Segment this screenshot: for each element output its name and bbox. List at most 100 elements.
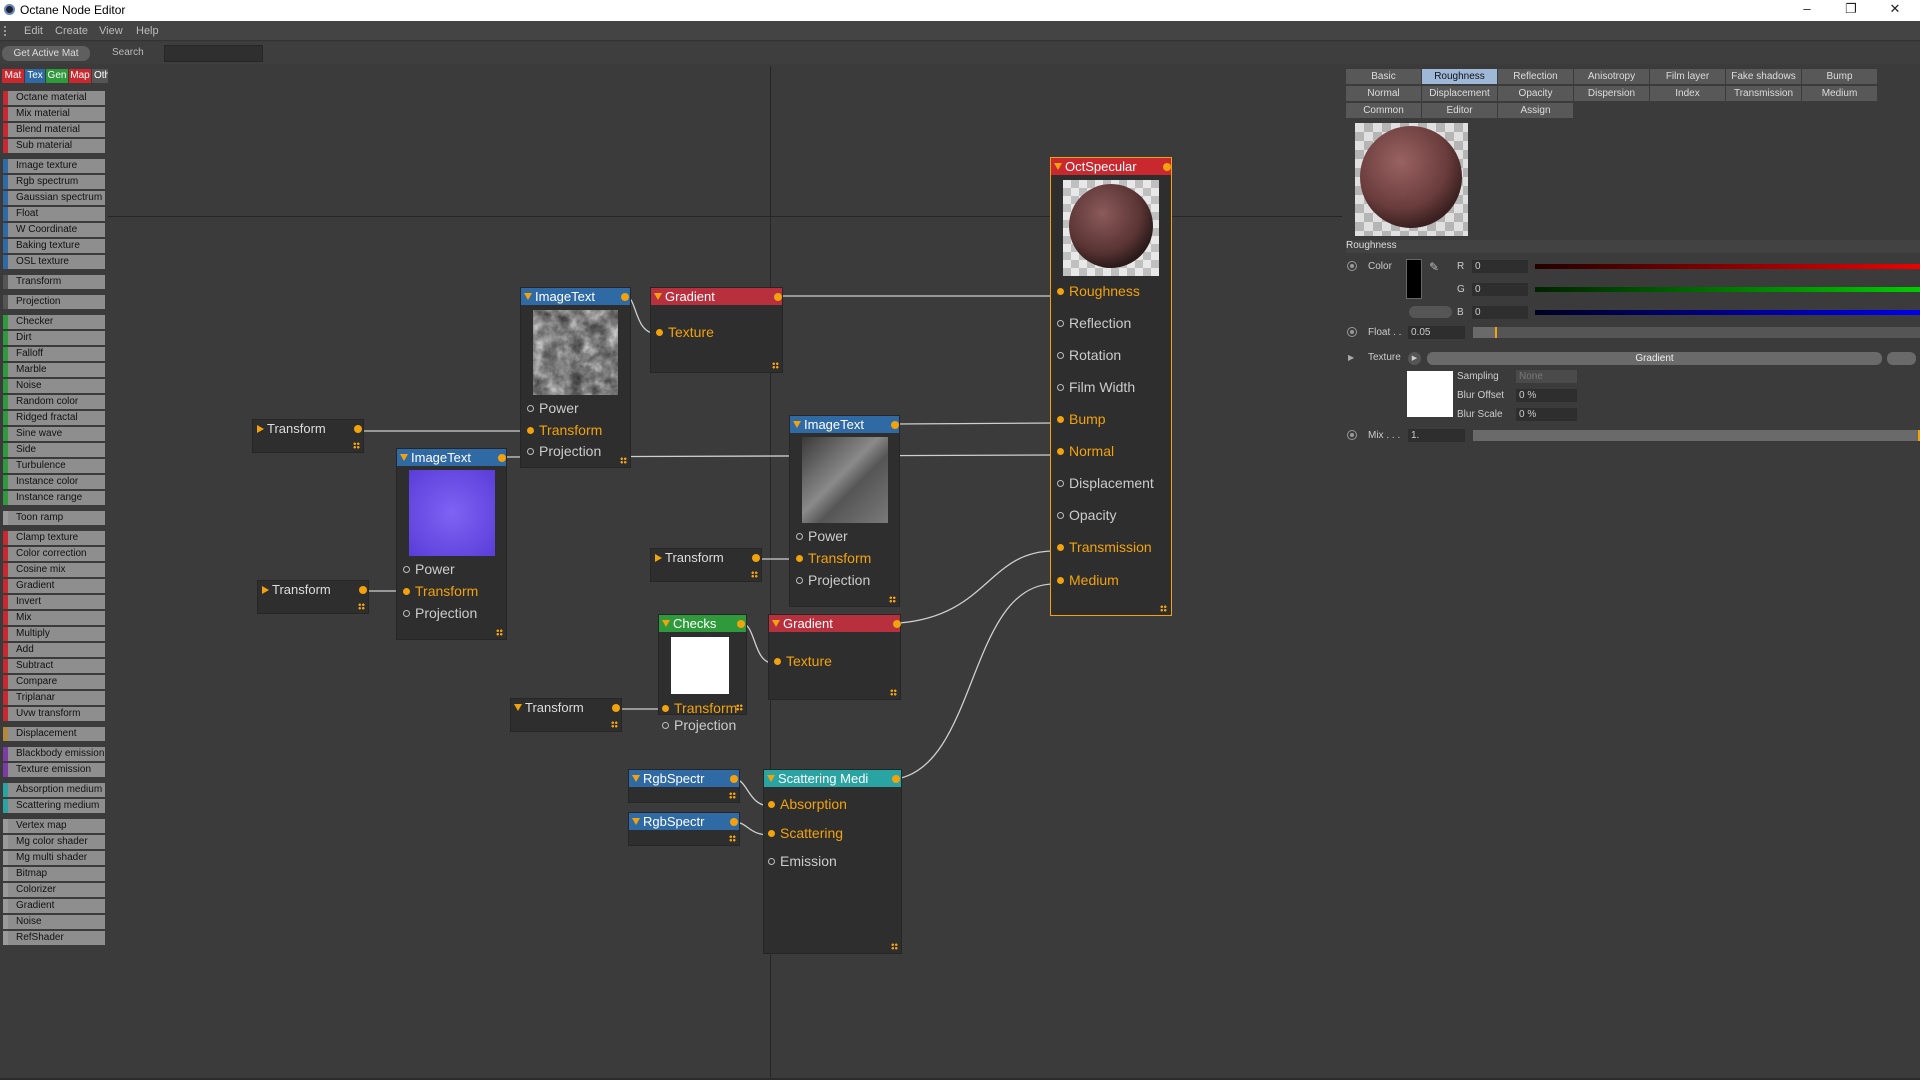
texture-link-icon[interactable]: ▶: [1408, 352, 1421, 365]
node-imagetext-1[interactable]: ImageText Power Transform Projection: [521, 288, 630, 467]
collapse-icon[interactable]: [1054, 163, 1062, 170]
float-slider[interactable]: [1473, 327, 1920, 338]
float-animate-radio[interactable]: [1347, 327, 1357, 337]
tab-fake-shadows[interactable]: Fake shadows: [1726, 69, 1801, 84]
close-button[interactable]: ✕: [1873, 1, 1917, 19]
collapse-icon[interactable]: [767, 775, 775, 782]
output-port[interactable]: [1163, 163, 1171, 171]
node-list-item-mix-material[interactable]: Mix material: [3, 107, 105, 121]
node-list-item-gradient[interactable]: Gradient: [3, 579, 105, 593]
node-transform-2-header[interactable]: Transform: [258, 581, 368, 598]
expand-icon[interactable]: [257, 425, 264, 433]
node-rgbspectrum-2[interactable]: RgbSpectr: [629, 813, 739, 845]
node-list-item-sub-material[interactable]: Sub material: [3, 139, 105, 153]
pin-texture[interactable]: Texture: [774, 653, 832, 669]
node-rgbspectrum-2-header[interactable]: RgbSpectr: [629, 813, 739, 830]
pin-rotation[interactable]: Rotation: [1057, 347, 1121, 363]
tab-assign[interactable]: Assign: [1498, 103, 1573, 118]
menu-help[interactable]: Help: [136, 25, 159, 37]
node-list-item-texture-emission[interactable]: Texture emission: [3, 763, 105, 777]
resize-grip-icon[interactable]: [729, 792, 736, 799]
g-value-field[interactable]: 0: [1472, 283, 1528, 296]
mix-slider[interactable]: [1473, 430, 1920, 441]
resize-grip-icon[interactable]: [890, 689, 897, 696]
node-rgbspectrum-1-header[interactable]: RgbSpectr: [629, 770, 739, 787]
pin-projection[interactable]: Projection: [403, 605, 477, 621]
node-list-item-ridged-fractal[interactable]: Ridged fractal: [3, 411, 105, 425]
node-list-item-refshader[interactable]: RefShader: [3, 931, 105, 945]
node-list-item-turbulence[interactable]: Turbulence: [3, 459, 105, 473]
resize-grip-icon[interactable]: [1160, 605, 1167, 612]
node-list-item-uvw-transform[interactable]: Uvw transform: [3, 707, 105, 721]
node-list-item-rgb-spectrum[interactable]: Rgb spectrum: [3, 175, 105, 189]
node-list-item-float[interactable]: Float: [3, 207, 105, 221]
node-list-item-bitmap[interactable]: Bitmap: [3, 867, 105, 881]
node-list-item-compare[interactable]: Compare: [3, 675, 105, 689]
node-octspecular-header[interactable]: OctSpecular: [1051, 158, 1171, 175]
tab-editor[interactable]: Editor: [1422, 103, 1497, 118]
collapse-icon[interactable]: [524, 293, 532, 300]
expand-icon[interactable]: [655, 554, 662, 562]
node-list-item-instance-color[interactable]: Instance color: [3, 475, 105, 489]
node-list-item-gradient[interactable]: Gradient: [3, 899, 105, 913]
pin-normal[interactable]: Normal: [1057, 443, 1114, 459]
resize-grip-icon[interactable]: [729, 835, 736, 842]
b-value-field[interactable]: 0: [1472, 306, 1528, 319]
resize-grip-icon[interactable]: [889, 596, 896, 603]
node-transform-1-header[interactable]: Transform: [253, 420, 363, 437]
node-list-item-blackbody-emission[interactable]: Blackbody emission: [3, 747, 105, 761]
node-list-item-clamp-texture[interactable]: Clamp texture: [3, 531, 105, 545]
r-value-field[interactable]: 0: [1472, 260, 1528, 273]
node-list-item-cosine-mix[interactable]: Cosine mix: [3, 563, 105, 577]
r-slider[interactable]: [1535, 264, 1920, 269]
node-list-item-noise[interactable]: Noise: [3, 915, 105, 929]
tab-medium[interactable]: Medium: [1802, 86, 1877, 101]
node-canvas[interactable]: OctSpecular Roughness Reflection Rotatio…: [108, 66, 1342, 1078]
node-list-item-w-coordinate[interactable]: W Coordinate: [3, 223, 105, 237]
resize-grip-icon[interactable]: [358, 603, 365, 610]
node-list-item-mg-multi-shader[interactable]: Mg multi shader: [3, 851, 105, 865]
node-list-item-baking-texture[interactable]: Baking texture: [3, 239, 105, 253]
pin-projection[interactable]: Projection: [796, 572, 870, 588]
node-list-item-subtract[interactable]: Subtract: [3, 659, 105, 673]
resize-grip-icon[interactable]: [611, 721, 618, 728]
node-gradient-1-header[interactable]: Gradient: [651, 288, 782, 305]
pin-transmission[interactable]: Transmission: [1057, 539, 1152, 555]
node-imagetext-2[interactable]: ImageText Power Transform Projection: [790, 416, 899, 606]
tab-basic[interactable]: Basic: [1346, 69, 1421, 84]
node-list-item-gaussian-spectrum[interactable]: Gaussian spectrum: [3, 191, 105, 205]
pin-emission[interactable]: Emission: [768, 853, 837, 869]
pin-transform[interactable]: Transform: [527, 422, 602, 438]
node-transform-1[interactable]: Transform: [253, 420, 363, 452]
node-list-item-transform[interactable]: Transform: [3, 275, 105, 289]
output-port[interactable]: [891, 421, 899, 429]
node-list-item-displacement[interactable]: Displacement: [3, 727, 105, 741]
node-transform-4[interactable]: Transform: [511, 699, 621, 731]
node-imagetext-3-header[interactable]: ImageText: [397, 449, 506, 466]
menu-edit[interactable]: Edit: [24, 25, 43, 37]
tab-common[interactable]: Common: [1346, 103, 1421, 118]
node-gradient-2-header[interactable]: Gradient: [769, 615, 900, 632]
node-list-item-color-correction[interactable]: Color correction: [3, 547, 105, 561]
pin-power[interactable]: Power: [527, 400, 579, 416]
resize-grip-icon[interactable]: [620, 457, 627, 464]
blur-scale-field[interactable]: 0 %: [1516, 408, 1577, 421]
sampling-dropdown[interactable]: None: [1516, 370, 1577, 383]
node-list-item-triplanar[interactable]: Triplanar: [3, 691, 105, 705]
node-list-item-random-color[interactable]: Random color: [3, 395, 105, 409]
resize-grip-icon[interactable]: [772, 362, 779, 369]
pin-medium[interactable]: Medium: [1057, 572, 1119, 588]
node-list-item-dirt[interactable]: Dirt: [3, 331, 105, 345]
node-list-item-image-texture[interactable]: Image texture: [3, 159, 105, 173]
output-port[interactable]: [359, 586, 367, 594]
tab-transmission[interactable]: Transmission: [1726, 86, 1801, 101]
collapse-icon[interactable]: [662, 620, 670, 627]
tab-displacement[interactable]: Displacement: [1422, 86, 1497, 101]
node-list-item-sine-wave[interactable]: Sine wave: [3, 427, 105, 441]
node-list-item-multiply[interactable]: Multiply: [3, 627, 105, 641]
node-list-item-add[interactable]: Add: [3, 643, 105, 657]
node-list-item-side[interactable]: Side: [3, 443, 105, 457]
node-list-item-mg-color-shader[interactable]: Mg color shader: [3, 835, 105, 849]
node-list-item-projection[interactable]: Projection: [3, 295, 105, 309]
collapse-icon[interactable]: [514, 704, 522, 711]
